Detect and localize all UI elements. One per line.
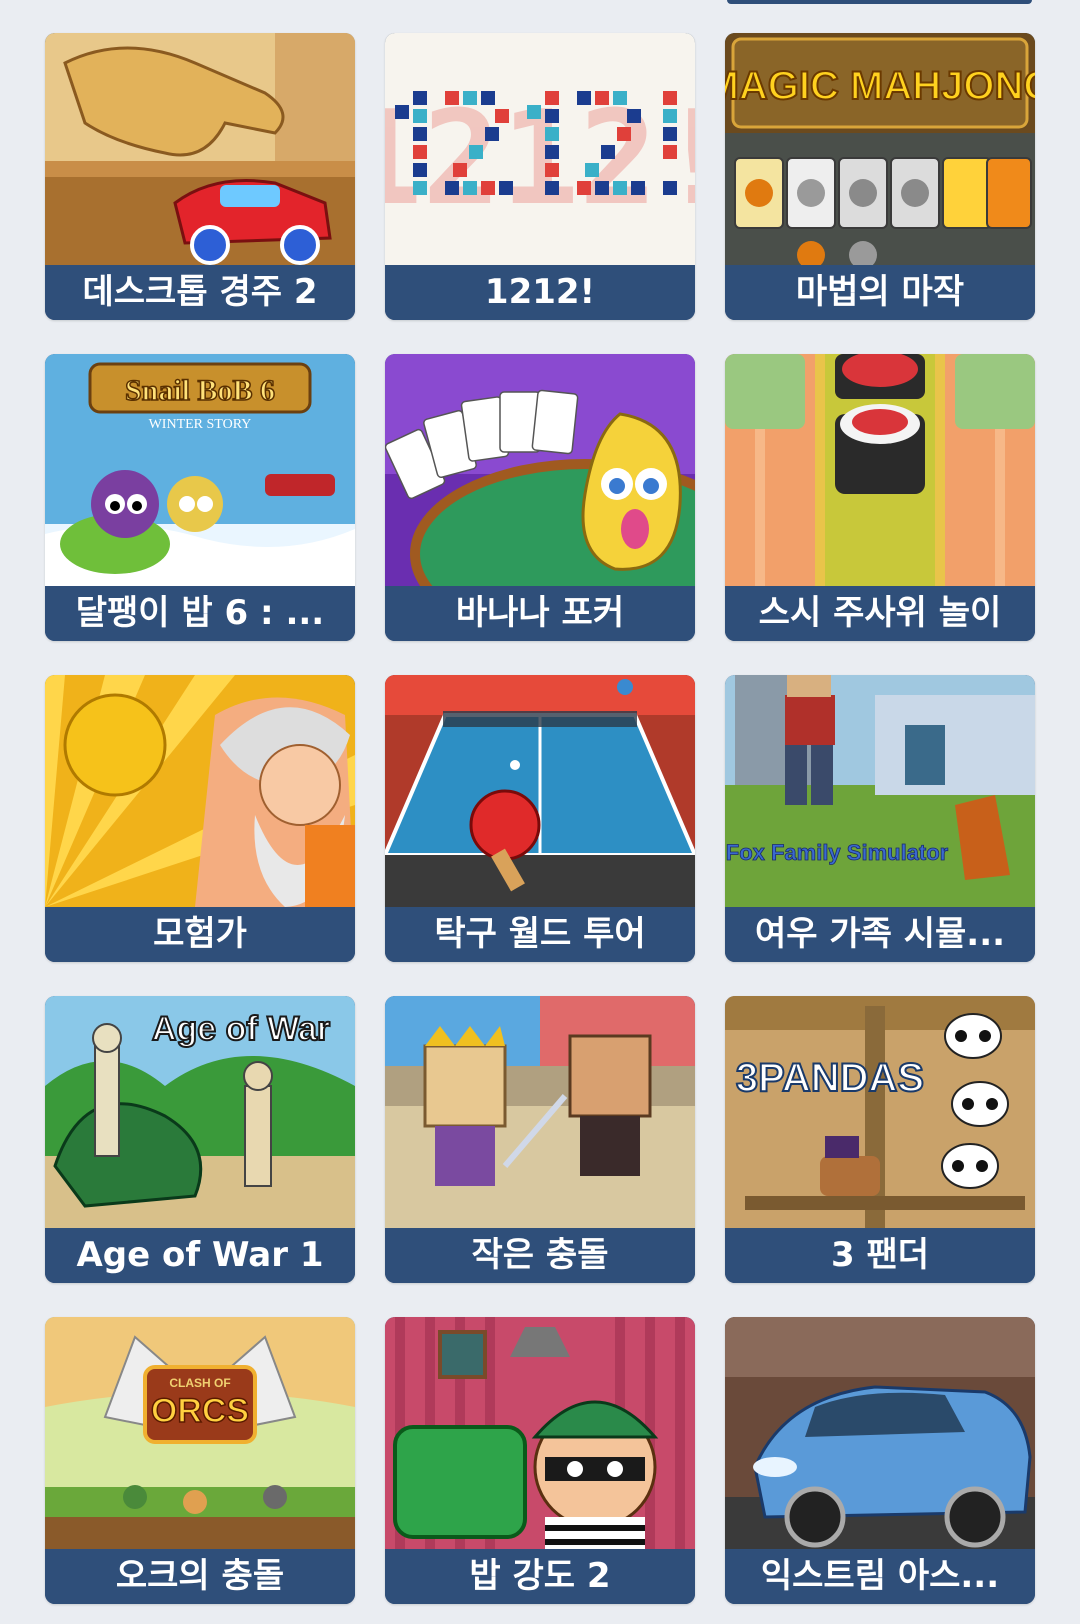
game-tile-tiny-clash[interactable]: 작은 충돌 [385,996,695,1283]
game-tile-magic-mahjong[interactable]: MAGIC MAHJONG [725,33,1035,320]
game-grid-page: 데스크톱 경주 2 1212! [0,0,1080,1624]
game-thumbnail: 3PANDAS [725,996,1035,1228]
game-thumbnail: Age of War [45,996,355,1228]
game-thumbnail: Fox Family Simulator [725,675,1035,907]
game-thumbnail [725,1317,1035,1549]
game-title: 오크의 충돌 [45,1549,355,1604]
thumb-title: Snail BoB 6 [125,374,275,407]
game-tile-snail-bob-6[interactable]: Snail BoB 6 WINTER STORY 달팽이 밥 6 : ... [45,354,355,641]
game-tile-table-tennis-world-tour[interactable]: 탁구 월드 투어 [385,675,695,962]
game-thumbnail [725,354,1035,586]
game-thumbnail: MAGIC MAHJONG [725,33,1035,265]
game-thumbnail [385,354,695,586]
game-title: 달팽이 밥 6 : ... [45,586,355,641]
game-title: 1212! [385,265,695,320]
game-title: 바나나 포커 [385,586,695,641]
game-thumbnail: CLASH OF ORCS [45,1317,355,1549]
game-title: 스시 주사위 놀이 [725,586,1035,641]
thumb-subtitle: CLASH OF [169,1376,230,1390]
game-tile-desktop-racing-2[interactable]: 데스크톱 경주 2 [45,33,355,320]
game-title: 마법의 마작 [725,265,1035,320]
game-title: 작은 충돌 [385,1228,695,1283]
game-thumbnail: 1212! [385,33,695,265]
game-tile-age-of-war-1[interactable]: Age of War Age of War 1 [45,996,355,1283]
game-thumbnail [385,996,695,1228]
game-tile-fox-family-simulator[interactable]: Fox Family Simulator 여우 가족 시뮬... [725,675,1035,962]
game-tile-adventurer[interactable]: 모험가 [45,675,355,962]
game-thumbnail [45,675,355,907]
game-title: 탁구 월드 투어 [385,907,695,962]
game-tile-clash-of-orcs[interactable]: CLASH OF ORCS 오크의 충돌 [45,1317,355,1604]
game-title: 3 팬더 [725,1228,1035,1283]
game-title: 모험가 [45,907,355,962]
game-tile-3-pandas[interactable]: 3PANDAS 3 팬더 [725,996,1035,1283]
thumb-subtitle: WINTER STORY [149,417,252,432]
game-grid: 데스크톱 경주 2 1212! [45,33,1035,1604]
game-thumbnail: Snail BoB 6 WINTER STORY [45,354,355,586]
previous-tile-caption-edge[interactable] [727,0,1032,4]
game-tile-1212[interactable]: 1212! [385,33,695,320]
game-title: 익스트림 아스... [725,1549,1035,1604]
game-tile-sushi-backgammon[interactable]: 스시 주사위 놀이 [725,354,1035,641]
game-title: Age of War 1 [45,1228,355,1283]
game-tile-banana-poker[interactable]: 바나나 포커 [385,354,695,641]
game-title: 데스크톱 경주 2 [45,265,355,320]
game-title: 밥 강도 2 [385,1549,695,1604]
game-thumbnail [385,675,695,907]
thumb-title: ORCS [151,1392,249,1430]
thumb-title: 3PANDAS [736,1056,924,1100]
thumb-title: Fox Family Simulator [726,840,949,865]
game-title: 여우 가족 시뮬... [725,907,1035,962]
game-thumbnail [45,33,355,265]
game-tile-extreme-asphalt[interactable]: 익스트림 아스... [725,1317,1035,1604]
thumb-title: MAGIC MAHJONG [725,64,1035,108]
game-thumbnail [385,1317,695,1549]
game-tile-bob-the-robber-2[interactable]: 밥 강도 2 [385,1317,695,1604]
thumb-title-shadow: 1212! [385,82,695,234]
thumb-title: Age of War [152,1010,330,1048]
